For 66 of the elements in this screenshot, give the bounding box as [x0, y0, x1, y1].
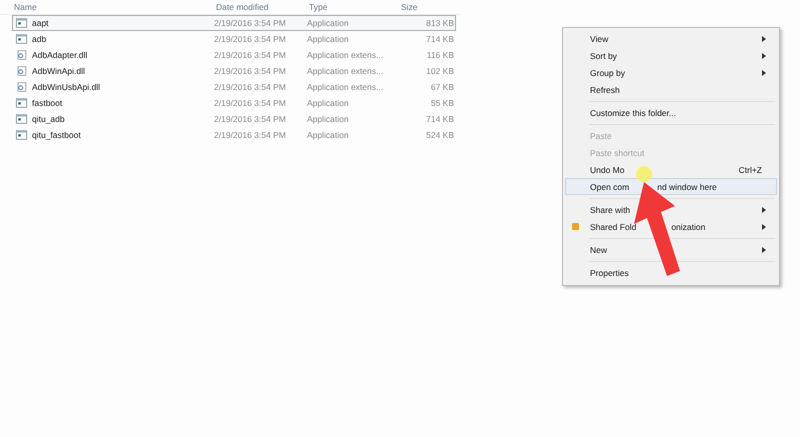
size-cell-text: 524 KB	[425, 130, 454, 140]
size-cell-text: 67 KB	[430, 82, 454, 92]
type-cell-text: Application	[307, 34, 350, 44]
size-cell-text: 714 KB	[425, 114, 454, 124]
type-cell-text: Application extens...	[307, 82, 384, 92]
menu-item[interactable]: Refresh	[565, 81, 777, 98]
file-name: AdbWinApi.dll	[32, 66, 85, 76]
type-cell-text: Application	[307, 114, 350, 124]
menu-item[interactable]: View	[565, 30, 777, 47]
date-cell-text: 2/19/2016 3:54 PM	[214, 130, 287, 140]
file-name: fastboot	[32, 98, 62, 108]
size-cell-text: 116 KB	[426, 50, 454, 60]
type-cell-text: Application	[307, 130, 350, 140]
application-icon	[16, 98, 27, 108]
menu-text: Open com	[590, 182, 630, 192]
shortcut-text: Ctrl+Z	[738, 164, 762, 174]
file-row[interactable]: qitu_adb 2/19/2016 3:54 PM Application 714 KB	[12, 111, 456, 127]
size-cell-text: 714 KB	[425, 34, 454, 44]
column-header[interactable]: Size	[401, 2, 456, 12]
column-header[interactable]: Date modified	[216, 2, 309, 12]
menu-item[interactable]: Sort by	[565, 47, 777, 64]
type-cell-text: Application	[307, 98, 350, 108]
menu-item[interactable]: Customize this folder...	[565, 104, 777, 121]
menu-item[interactable]: Shared Fold onization	[565, 218, 777, 235]
date-cell-text: 2/19/2016 3:54 PM	[214, 34, 287, 44]
column-header[interactable]: Name	[0, 2, 216, 12]
date-cell-text: 2/19/2016 3:54 PM	[214, 82, 287, 92]
application-icon	[16, 130, 27, 140]
file-name: AdbAdapter.dll	[32, 50, 88, 60]
application-icon	[16, 114, 27, 124]
type-cell-text: Application	[307, 18, 350, 28]
type-cell-text: Application extens...	[307, 50, 384, 60]
size-cell-text: 102 KB	[425, 66, 454, 76]
date-cell-text: 2/19/2016 3:54 PM	[214, 18, 287, 28]
date-cell-text: 2/19/2016 3:54 PM	[214, 50, 287, 60]
file-name: qitu_adb	[32, 114, 65, 124]
file-name: adb	[32, 34, 46, 44]
application-icon	[16, 18, 27, 28]
menu-text: Shared Fold	[590, 222, 636, 232]
file-row[interactable]: AdbWinUsbApi.dll 2/19/2016 3:54 PM Application extens... 67 KB	[12, 79, 456, 95]
file-name: aapt	[32, 18, 49, 28]
menu-item[interactable]: Group by	[565, 64, 777, 81]
menu-text: nd window here	[657, 182, 717, 192]
date-cell-text: 2/19/2016 3:54 PM	[214, 98, 287, 108]
column-header[interactable]: Type	[309, 2, 401, 12]
menu-item[interactable]: Open com nd window here	[565, 178, 777, 195]
file-row[interactable]: aapt 2/19/2016 3:54 PM Application 813 KB	[12, 15, 456, 31]
file-name: qitu_fastboot	[32, 130, 81, 140]
menu-item[interactable]: Properties	[565, 264, 777, 281]
menu-item[interactable]: Undo Mo Ctrl+Z	[565, 161, 777, 178]
menu-text: Undo Mo	[590, 164, 624, 174]
file-row[interactable]: AdbAdapter.dll 2/19/2016 3:54 PM Application extens... 116 KB	[12, 47, 456, 63]
size-cell-text: 813 KB	[425, 18, 454, 28]
menu-item[interactable]: New	[565, 241, 777, 258]
file-row[interactable]: AdbWinApi.dll 2/19/2016 3:54 PM Application extens... 102 KB	[12, 63, 456, 79]
file-row[interactable]: adb 2/19/2016 3:54 PM Application 714 KB	[12, 31, 456, 47]
date-cell-text: 2/19/2016 3:54 PM	[214, 114, 287, 124]
date-cell-text: 2/19/2016 3:54 PM	[214, 66, 287, 76]
menu-item[interactable]: Share with	[565, 201, 777, 218]
menu-text: onization	[671, 222, 706, 232]
file-name: AdbWinUsbApi.dll	[32, 82, 100, 92]
file-row[interactable]: fastboot 2/19/2016 3:54 PM Application 55 KB	[12, 95, 456, 111]
application-icon	[16, 34, 27, 44]
size-cell-text: 55 KB	[430, 98, 454, 108]
type-cell-text: Application extens...	[307, 66, 384, 76]
file-row[interactable]: qitu_fastboot 2/19/2016 3:54 PM Application 524 KB	[12, 127, 456, 143]
